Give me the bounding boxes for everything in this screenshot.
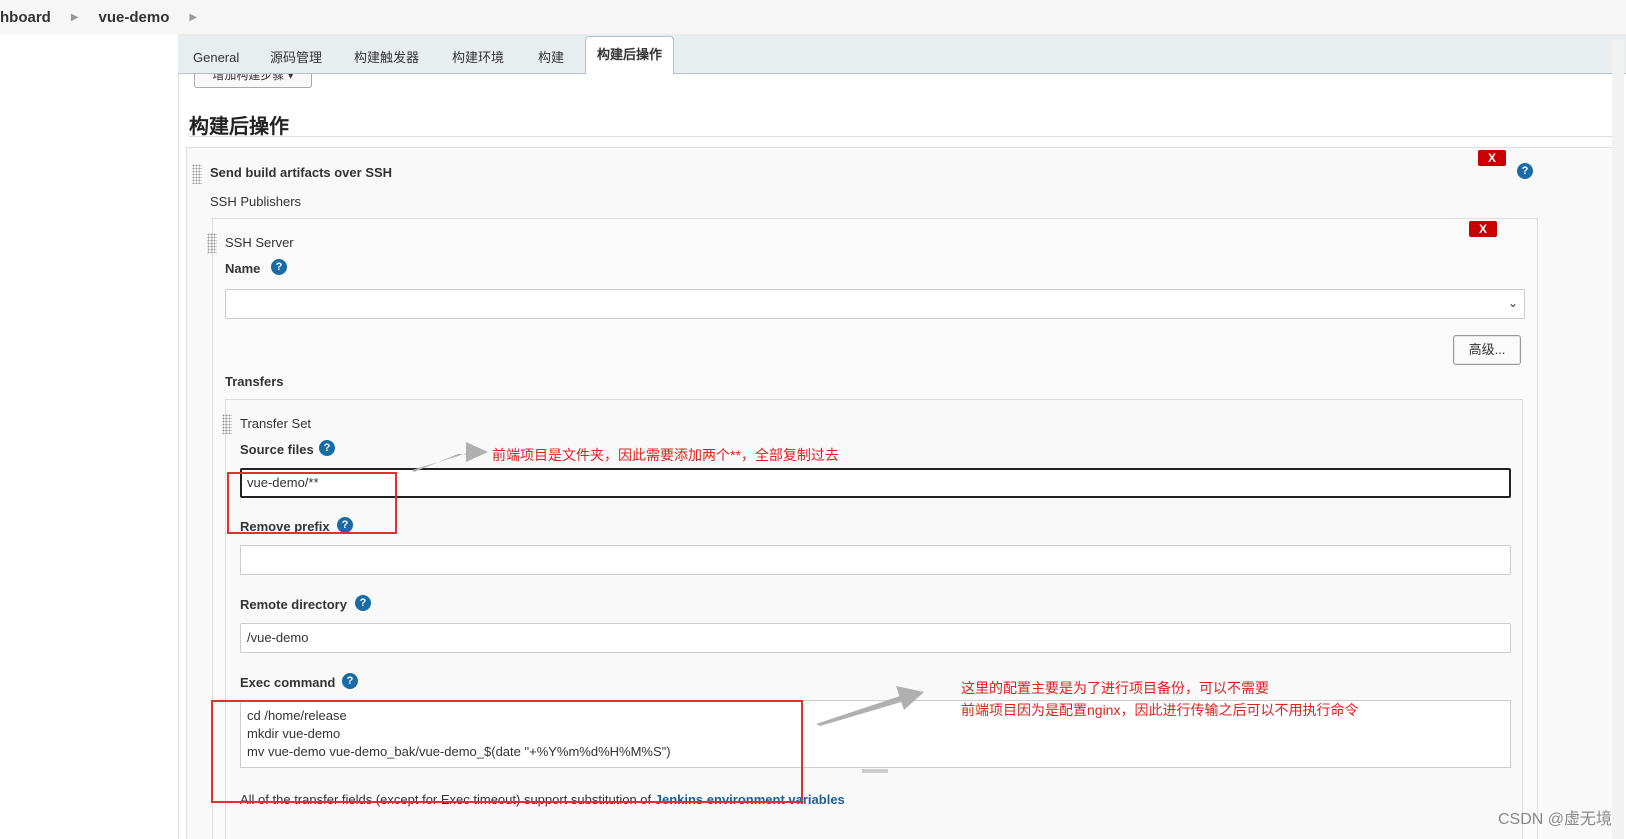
remote-directory-input[interactable]: /vue-demo [240, 623, 1511, 653]
help-icon[interactable]: ? [355, 595, 371, 611]
scrollbar[interactable] [1612, 40, 1624, 839]
resize-handle[interactable] [862, 769, 888, 773]
chevron-right-icon[interactable]: ▶ [189, 12, 197, 23]
arrow-icon [816, 686, 924, 726]
highlight-box-source-files [227, 472, 397, 534]
tab-post-build[interactable]: 构建后操作 [585, 36, 675, 75]
transfer-set-label: Transfer Set [240, 416, 312, 431]
divider [189, 136, 1616, 137]
advanced-button[interactable]: 高级... [1453, 335, 1521, 365]
help-icon[interactable]: ? [1517, 163, 1533, 179]
tab-triggers[interactable]: 构建触发器 [343, 42, 430, 74]
arrow-icon [412, 442, 488, 472]
drag-handle-icon[interactable] [192, 164, 202, 184]
annotation-source-files: 前端项目是文件夹，因此需要添加两个**，全部复制过去 [492, 447, 839, 463]
drag-handle-icon[interactable] [207, 233, 217, 253]
tab-scm[interactable]: 源码管理 [259, 42, 333, 74]
delete-publisher-button[interactable]: X [1478, 150, 1506, 166]
left-pane [0, 34, 178, 839]
remove-prefix-input[interactable] [240, 545, 1511, 575]
delete-server-button[interactable]: X [1469, 221, 1497, 237]
breadcrumb-vue-demo[interactable]: vue-demo [99, 9, 170, 26]
breadcrumb: hboard ▶ vue-demo ▶ [0, 0, 1626, 34]
help-icon[interactable]: ? [319, 440, 335, 456]
annotation-exec-line1: 这里的配置主要是为了进行项目备份，可以不需要 [961, 680, 1269, 696]
publisher-title: Send build artifacts over SSH [210, 165, 393, 180]
ssh-publishers-label: SSH Publishers [210, 194, 302, 209]
tab-build[interactable]: 构建 [527, 42, 575, 74]
section-title: 构建后操作 [189, 116, 289, 138]
chevron-right-icon: ▶ [70, 11, 79, 23]
tab-build-env[interactable]: 构建环境 [441, 42, 515, 74]
annotation-exec-line2: 前端项目因为是配置nginx，因此进行传输之后可以不用执行命令 [961, 702, 1359, 718]
name-label: Name [225, 261, 261, 276]
remote-directory-label: Remote directory [240, 597, 347, 612]
help-icon[interactable]: ? [271, 259, 287, 275]
help-icon[interactable]: ? [342, 673, 358, 689]
chevron-down-icon: ⌄ [1507, 296, 1518, 310]
server-name-select[interactable]: ⌄ [225, 289, 1525, 319]
breadcrumb-dashboard[interactable]: hboard [0, 9, 51, 26]
config-tabbar: General 源码管理 构建触发器 构建环境 构建 构建后操作 [178, 34, 1626, 75]
highlight-box-exec-command [211, 700, 803, 803]
tab-general[interactable]: General [182, 42, 250, 74]
ssh-server-label: SSH Server [225, 235, 294, 250]
add-build-step-button[interactable]: 增加构建步骤 ▾ [194, 74, 312, 88]
source-files-label: Source files [240, 442, 314, 457]
transfers-label: Transfers [225, 374, 284, 389]
exec-command-label: Exec command [240, 675, 336, 690]
drag-handle-icon[interactable] [222, 414, 232, 434]
watermark: CSDN @虚无境 [1497, 811, 1612, 828]
